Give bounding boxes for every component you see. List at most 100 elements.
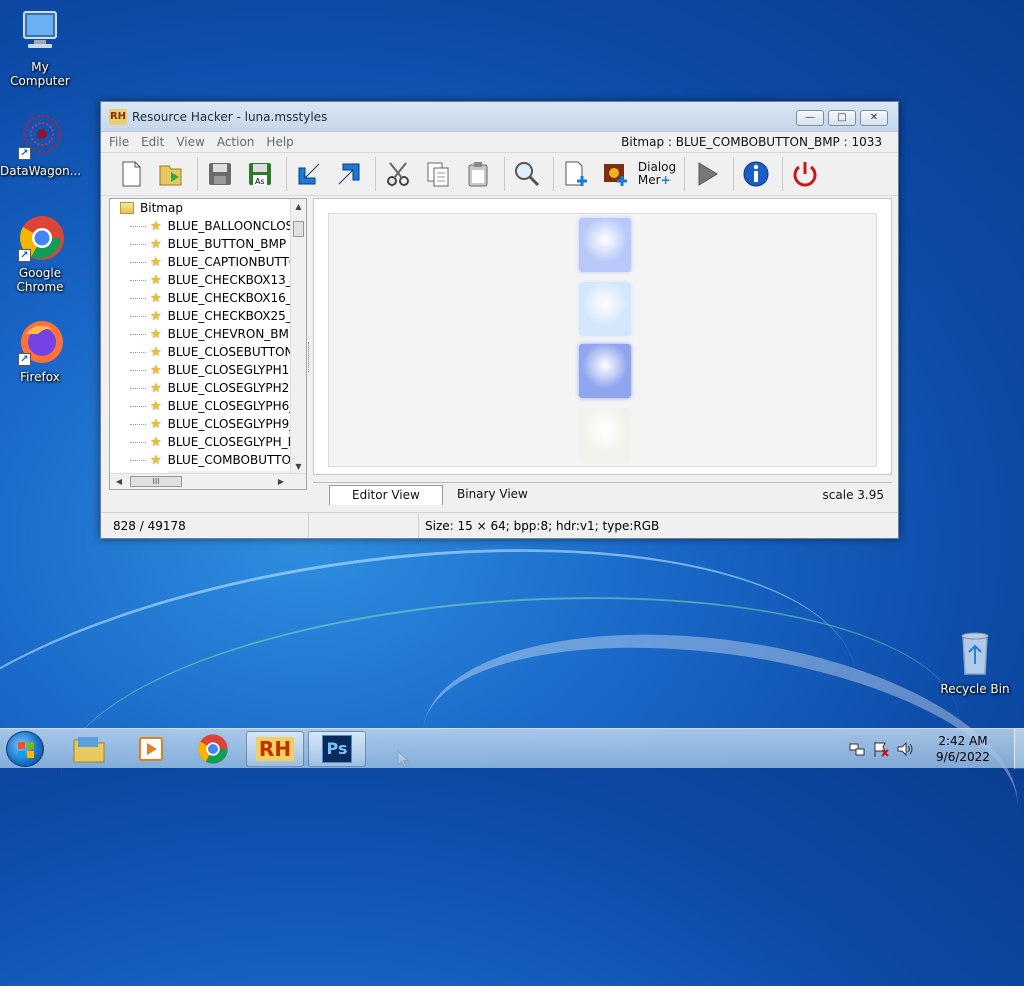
tree-item[interactable]: ★ BLUE_CHEVRON_BMP — [110, 325, 306, 343]
save-button[interactable] — [202, 156, 238, 192]
view-tabs: Editor View Binary View scale 3.95 — [313, 482, 892, 505]
menu-edit[interactable]: Edit — [141, 135, 164, 149]
pane-splitter[interactable] — [308, 342, 311, 372]
tree-item[interactable]: ★ BLUE_COMBOBUTTON — [110, 451, 306, 469]
tree-item-label: BLUE_CHECKBOX16_B — [167, 291, 300, 305]
chrome-icon: ↗ — [16, 214, 64, 262]
paste-button[interactable] — [460, 156, 496, 192]
tree-item[interactable]: ★ BLUE_CHECKBOX25_B — [110, 307, 306, 325]
tree-root-bitmap[interactable]: Bitmap — [110, 199, 306, 217]
new-button[interactable] — [113, 156, 149, 192]
find-button[interactable] — [509, 156, 545, 192]
bitmap-frame-disabled — [579, 408, 631, 462]
start-button[interactable] — [6, 731, 44, 767]
scroll-up-icon[interactable]: ▲ — [291, 199, 306, 215]
menu-view[interactable]: View — [176, 135, 204, 149]
tree-item[interactable]: ★ BLUE_BUTTON_BMP : — [110, 235, 306, 253]
import-button[interactable] — [291, 156, 327, 192]
info-icon — [743, 161, 769, 187]
resource-star-icon: ★ — [150, 218, 162, 234]
resource-tree[interactable]: Bitmap ★ BLUE_BALLOONCLOSE ★ BLUE_BUTTON_BM… — [109, 198, 307, 490]
resource-star-icon: ★ — [150, 452, 162, 468]
bitmap-frame-normal — [579, 218, 631, 272]
desktop-icon-recycle-bin[interactable]: Recycle Bin — [935, 630, 1015, 696]
menu-help[interactable]: Help — [266, 135, 293, 149]
network-icon[interactable] — [848, 740, 866, 758]
minimize-button[interactable]: — — [796, 110, 824, 126]
tab-editor-view[interactable]: Editor View — [329, 485, 443, 505]
tree-item[interactable]: ★ BLUE_CLOSEGLYPH23_ — [110, 379, 306, 397]
tree-connector — [130, 459, 146, 461]
exit-button[interactable] — [787, 156, 823, 192]
copy-button[interactable] — [420, 156, 456, 192]
tree-connector — [130, 225, 146, 227]
add-image-button[interactable] — [598, 156, 634, 192]
recycle-bin-icon — [951, 630, 999, 678]
resource-star-icon: ★ — [150, 290, 162, 306]
desktop-icon-firefox[interactable]: ↗ Firefox — [0, 318, 80, 384]
taskbar-photoshop[interactable]: Ps — [308, 731, 366, 767]
play-icon — [698, 162, 718, 186]
menu-action[interactable]: Action — [217, 135, 255, 149]
tree-item[interactable]: ★ BLUE_CLOSEGLYPH9_ — [110, 415, 306, 433]
add-resource-button[interactable] — [558, 156, 594, 192]
photoshop-icon: Ps — [322, 735, 352, 763]
menu-file[interactable]: File — [109, 135, 129, 149]
resource-star-icon: ★ — [150, 398, 162, 414]
tree-connector — [130, 261, 146, 263]
scroll-thumb[interactable]: III — [130, 476, 182, 487]
tree-item-label: BLUE_CHEVRON_BMP — [167, 327, 297, 341]
firefox-icon: ↗ — [16, 318, 64, 366]
tree-connector — [130, 333, 146, 335]
run-script-button[interactable] — [689, 156, 725, 192]
export-button[interactable] — [331, 156, 367, 192]
tree-item[interactable]: ★ BLUE_CHECKBOX16_B — [110, 289, 306, 307]
desktop-icon-label: Recycle Bin — [940, 682, 1010, 696]
taskbar-resource-hacker[interactable]: RH — [246, 731, 304, 767]
tree-item[interactable]: ★ BLUE_BALLOONCLOSE — [110, 217, 306, 235]
dialog-menu-button[interactable]: Dialog Mer+ — [638, 156, 676, 192]
window-titlebar[interactable]: RH Resource Hacker - luna.msstyles — □ ✕ — [101, 102, 898, 132]
desktop-icon-google-chrome[interactable]: ↗ Google Chrome — [0, 214, 80, 294]
save-as-button[interactable]: As — [242, 156, 278, 192]
tree-vertical-scrollbar[interactable]: ▲ ▼ — [290, 199, 306, 475]
tree-item[interactable]: ★ BLUE_CLOSEBUTTON_ — [110, 343, 306, 361]
scroll-right-icon[interactable]: ▶ — [274, 474, 288, 489]
taskbar-media-player[interactable] — [122, 731, 180, 767]
tree-item[interactable]: ★ BLUE_CAPTIONBUTTO — [110, 253, 306, 271]
maximize-button[interactable]: □ — [828, 110, 856, 126]
toolbar-separator — [286, 157, 287, 191]
about-button[interactable] — [738, 156, 774, 192]
action-center-flag-icon[interactable] — [872, 740, 890, 758]
scroll-thumb[interactable] — [293, 221, 304, 237]
cut-button[interactable] — [380, 156, 416, 192]
tree-item[interactable]: ★ BLUE_CHECKBOX13_B — [110, 271, 306, 289]
open-button[interactable] — [153, 156, 189, 192]
scroll-left-icon[interactable]: ◀ — [112, 474, 126, 489]
tree-item[interactable]: ★ BLUE_CLOSEGLYPH6_ — [110, 397, 306, 415]
arrow-up-right-icon — [338, 163, 360, 185]
tree-item-label: BLUE_BALLOONCLOSE — [167, 219, 301, 233]
resource-star-icon: ★ — [150, 308, 162, 324]
tree-item[interactable]: ★ BLUE_CLOSEGLYPH_B — [110, 433, 306, 451]
tree-item[interactable]: ★ BLUE_CLOSEGLYPH19_ — [110, 361, 306, 379]
resource-info-label: Bitmap : BLUE_COMBOBUTTON_BMP : 1033 — [621, 135, 882, 149]
close-button[interactable]: ✕ — [860, 110, 888, 126]
desktop-icon-my-computer[interactable]: My Computer — [0, 8, 80, 88]
power-icon — [793, 162, 817, 187]
tab-binary-view[interactable]: Binary View — [435, 485, 550, 505]
resource-star-icon: ★ — [150, 326, 162, 342]
status-position: 828 / 49178 — [101, 513, 309, 538]
bitmap-frame-hover — [579, 282, 631, 336]
add-image-icon — [604, 164, 627, 186]
taskbar-clock[interactable]: 2:42 AM 9/6/2022 — [928, 733, 998, 765]
tree-horizontal-scrollbar[interactable]: ◀ III ▶ — [110, 473, 306, 489]
desktop-icon-datawagon[interactable]: ↗ DataWagon... — [0, 112, 81, 178]
svg-text:As: As — [255, 177, 265, 186]
taskbar-chrome[interactable] — [184, 731, 242, 767]
taskbar-explorer[interactable] — [60, 731, 118, 767]
status-empty — [309, 513, 419, 538]
show-desktop-button[interactable] — [1014, 729, 1024, 769]
resource-hacker-icon: RH — [255, 737, 295, 761]
volume-icon[interactable] — [896, 740, 914, 758]
